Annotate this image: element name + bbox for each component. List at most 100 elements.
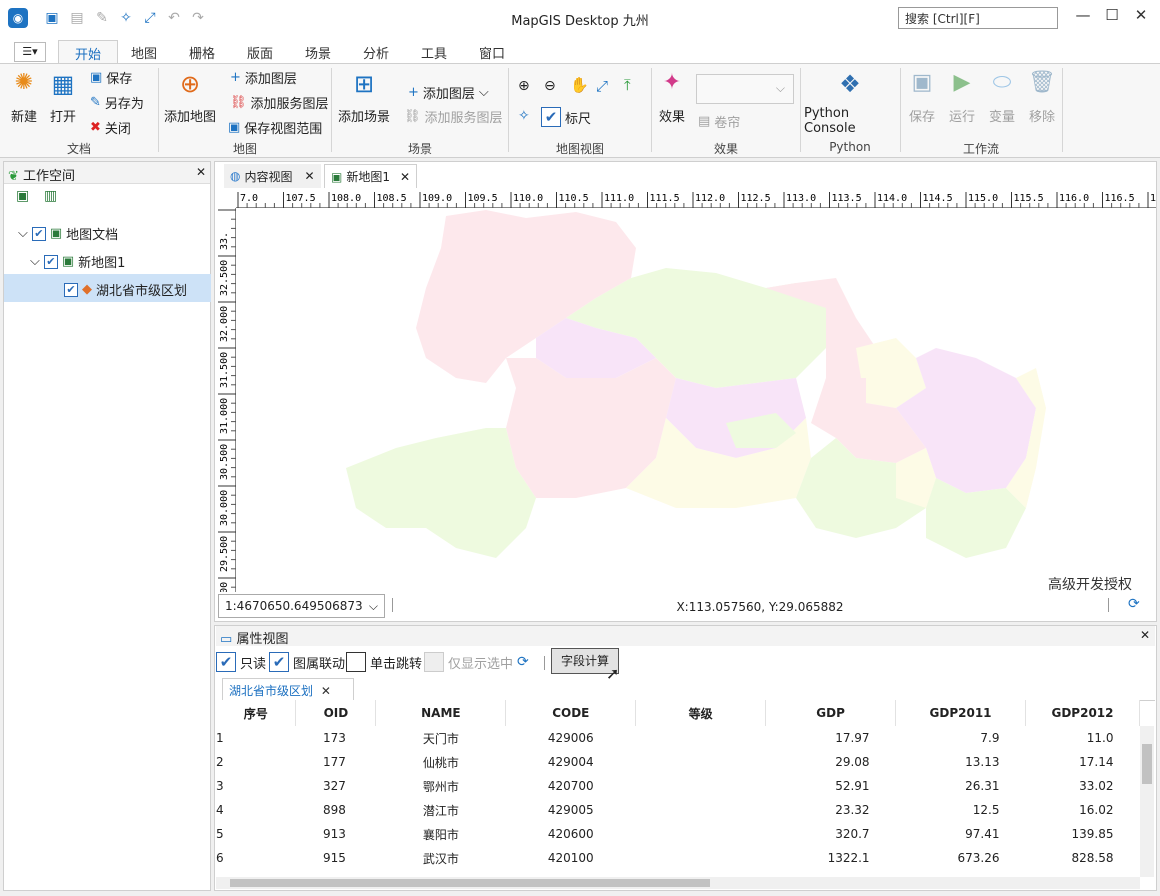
zoom-in-icon[interactable]: ⊕	[518, 78, 530, 94]
table-cell[interactable]	[636, 750, 766, 774]
layout-view-icon[interactable]: ▥	[44, 188, 57, 204]
table-cell[interactable]: 4	[216, 798, 296, 822]
workflow-run-button[interactable]: ▶ 运行	[946, 70, 978, 125]
checkbox-checked-icon[interactable]: ✔	[31, 226, 46, 241]
map-canvas[interactable]	[236, 208, 1156, 592]
close-tab-icon[interactable]: ✕	[400, 170, 410, 184]
close-tab-icon[interactable]: ✕	[321, 684, 331, 698]
checkbox-checked-icon[interactable]: ✔	[64, 282, 78, 297]
effect-button[interactable]: ✦ 效果	[656, 70, 688, 125]
table-cell[interactable]: 仙桃市	[376, 750, 506, 774]
column-header[interactable]: OID	[295, 700, 377, 726]
table-cell[interactable]: 6	[216, 846, 296, 870]
tab-layout[interactable]: 版面	[230, 40, 290, 64]
close-window-icon[interactable]: ✕	[1128, 6, 1154, 30]
table-cell[interactable]: 武汉市	[376, 846, 506, 870]
workflow-variable-button[interactable]: ⬭ 变量	[986, 70, 1018, 125]
tree-item-layer[interactable]: ✔ ◆ 湖北省市级区划	[64, 280, 187, 299]
table-cell[interactable]: 429005	[506, 798, 636, 822]
arrow-up-icon[interactable]: ⤒	[624, 76, 631, 94]
horizontal-scrollbar[interactable]	[216, 877, 1140, 889]
zoom-out-icon[interactable]: ⊖	[544, 78, 556, 94]
close-panel-icon[interactable]: ✕	[1140, 628, 1150, 642]
add-scene-layer-button[interactable]: + 添加图层 ⌵	[408, 83, 489, 102]
map-view-icon[interactable]: ▣	[16, 188, 29, 204]
table-cell[interactable]: 898	[296, 798, 376, 822]
column-header[interactable]: GDP2011	[895, 700, 1026, 726]
effect-dropdown[interactable]: ⌵	[696, 74, 794, 104]
show-selected-checkbox[interactable]: 仅显示选中	[424, 652, 513, 672]
column-header[interactable]: GDP	[765, 700, 897, 726]
table-cell[interactable]: 420600	[506, 822, 636, 846]
table-cell[interactable]: 97.41	[896, 822, 1026, 846]
region-enshi[interactable]	[346, 428, 536, 558]
table-cell[interactable]: 11.0	[1026, 726, 1140, 750]
table-row[interactable]: 2 177 仙桃市 429004 29.08 13.13 17.14	[216, 750, 1140, 774]
table-cell[interactable]: 320.7	[766, 822, 896, 846]
table-cell[interactable]: 429006	[506, 726, 636, 750]
scroll-thumb[interactable]	[1142, 744, 1152, 784]
column-header[interactable]: 序号	[216, 700, 297, 726]
refresh-icon[interactable]: ⟳	[517, 654, 529, 670]
column-header[interactable]: 等级	[635, 700, 767, 726]
tab-start[interactable]: 开始	[58, 40, 118, 64]
table-row[interactable]: 4 898 潜江市 429005 23.32 12.5 16.02	[216, 798, 1140, 822]
table-cell[interactable]	[636, 846, 766, 870]
tree-item-map[interactable]: ⌵ ✔ ▣ 新地图1	[30, 252, 125, 271]
table-cell[interactable]: 13.13	[896, 750, 1026, 774]
table-cell[interactable]: 17.97	[766, 726, 896, 750]
tab-window[interactable]: 窗口	[462, 40, 522, 64]
close-doc-button[interactable]: ✖ 关闭	[90, 118, 131, 137]
table-cell[interactable]: 2	[216, 750, 296, 774]
tab-raster[interactable]: 栅格	[172, 40, 232, 64]
tab-new-map[interactable]: ▣ 新地图1 ✕	[324, 164, 418, 188]
table-cell[interactable]: 17.14	[1026, 750, 1140, 774]
scroll-thumb[interactable]	[230, 879, 710, 887]
attribute-layer-tab[interactable]: 湖北省市级区划 ✕	[222, 678, 354, 700]
tab-map[interactable]: 地图	[114, 40, 174, 64]
table-cell[interactable]: 12.5	[896, 798, 1026, 822]
table-cell[interactable]: 33.02	[1026, 774, 1140, 798]
table-cell[interactable]: 828.58	[1026, 846, 1140, 870]
table-cell[interactable]: 鄂州市	[376, 774, 506, 798]
table-cell[interactable]: 673.26	[896, 846, 1026, 870]
table-cell[interactable]	[636, 798, 766, 822]
scale-dropdown[interactable]: 1:4670650.649506873 ⌵	[218, 594, 385, 618]
add-service-layer-button[interactable]: ⛓ 添加服务图层	[230, 93, 329, 112]
table-cell[interactable]: 420100	[506, 846, 636, 870]
refresh-icon[interactable]: ⟳	[1128, 596, 1140, 612]
curtain-button[interactable]: ▤ 卷帘	[698, 112, 740, 131]
tab-scene[interactable]: 场景	[288, 40, 348, 64]
table-cell[interactable]: 26.31	[896, 774, 1026, 798]
table-cell[interactable]: 天门市	[376, 726, 506, 750]
add-layer-button[interactable]: + 添加图层	[230, 68, 297, 87]
table-cell[interactable]: 3	[216, 774, 296, 798]
table-cell[interactable]	[636, 726, 766, 750]
column-header[interactable]: NAME	[375, 700, 507, 726]
table-cell[interactable]: 173	[296, 726, 376, 750]
column-header[interactable]: GDP2012	[1025, 700, 1140, 726]
table-cell[interactable]: 1	[216, 726, 296, 750]
new-button[interactable]: ✺ 新建	[8, 70, 40, 125]
add-scene-button[interactable]: ⊞ 添加场景	[336, 70, 392, 125]
tab-analysis[interactable]: 分析	[346, 40, 406, 64]
quick-menu-icon[interactable]: ☰▾	[14, 42, 46, 62]
ruler-checkbox[interactable]: ✔ 标尺	[541, 107, 591, 127]
save-as-button[interactable]: ✎ 另存为	[90, 93, 144, 112]
table-cell[interactable]: 327	[296, 774, 376, 798]
table-cell[interactable]: 915	[296, 846, 376, 870]
table-cell[interactable]: 16.02	[1026, 798, 1140, 822]
add-map-button[interactable]: ⊕ 添加地图	[162, 70, 218, 125]
add-scene-service-layer-button[interactable]: ⛓ 添加服务图层	[404, 107, 503, 126]
table-cell[interactable]: 52.91	[766, 774, 896, 798]
vertical-scrollbar[interactable]	[1140, 726, 1154, 877]
magic-select-icon[interactable]: ✧	[518, 108, 530, 124]
save-view-extent-button[interactable]: ▣ 保存视图范围	[228, 118, 322, 137]
table-cell[interactable]: 429004	[506, 750, 636, 774]
table-row[interactable]: 3 327 鄂州市 420700 52.91 26.31 33.02	[216, 774, 1140, 798]
table-cell[interactable]	[636, 774, 766, 798]
table-cell[interactable]: 177	[296, 750, 376, 774]
table-cell[interactable]: 420700	[506, 774, 636, 798]
maximize-icon[interactable]: ☐	[1099, 6, 1125, 30]
table-row[interactable]: 5 913 襄阳市 420600 320.7 97.41 139.85	[216, 822, 1140, 846]
